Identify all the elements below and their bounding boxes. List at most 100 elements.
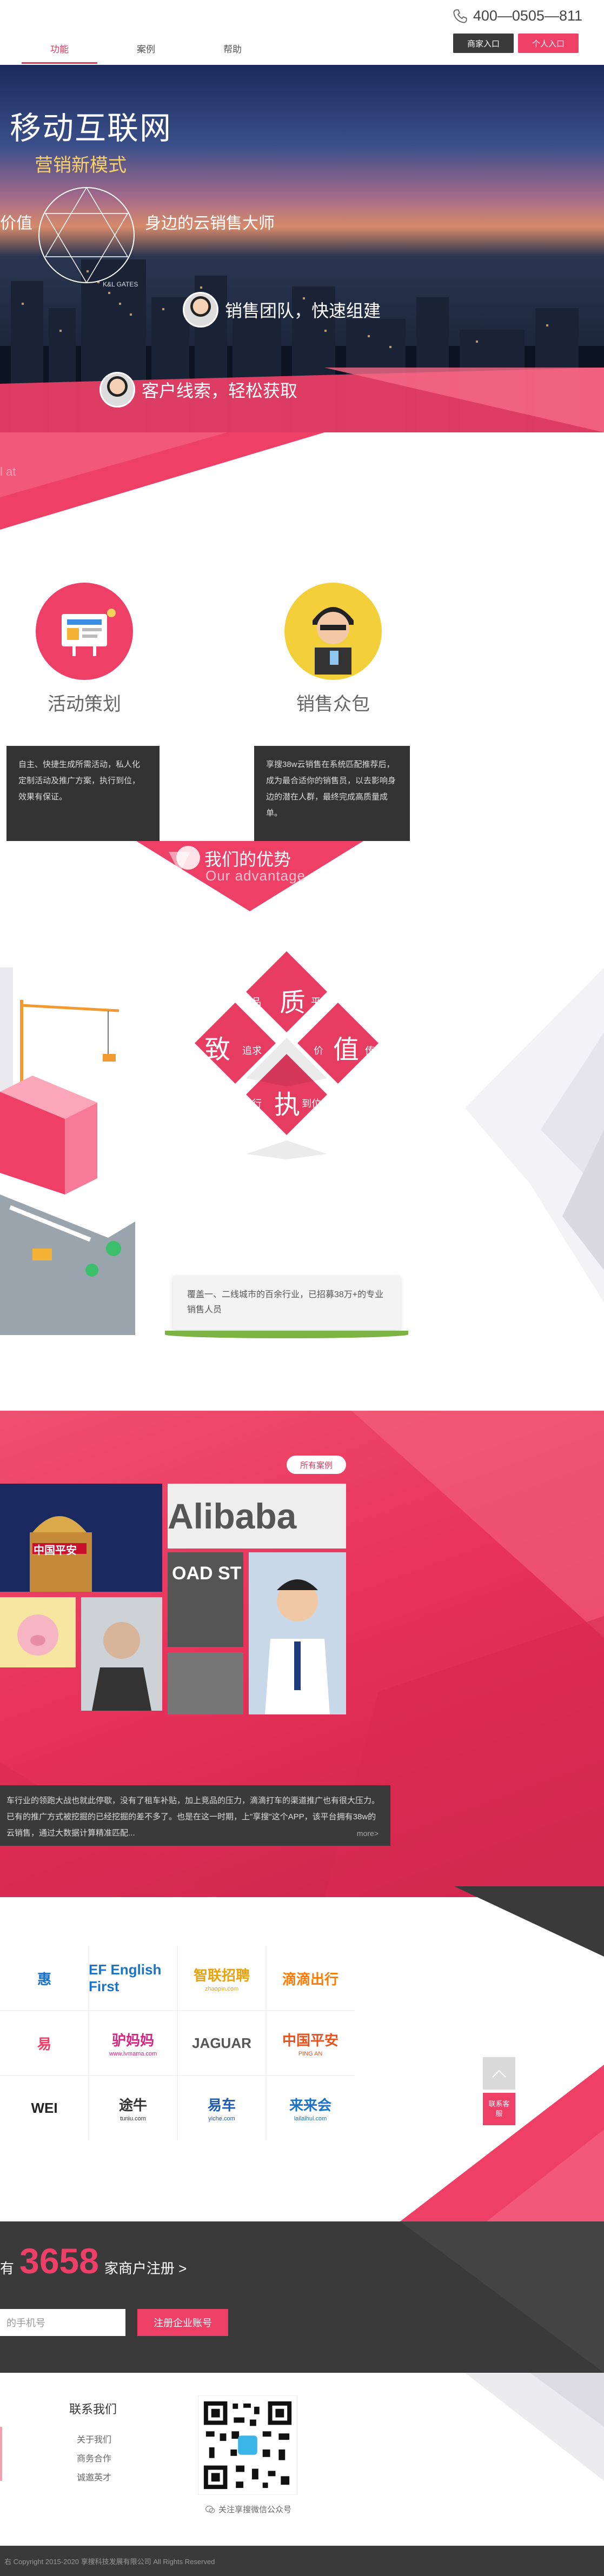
advantage-value-main: 值 — [333, 1036, 360, 1064]
phone-number-input[interactable]: 的手机号 — [0, 2309, 125, 2336]
advantage-quality-right: 平台 — [311, 997, 330, 1007]
phone-number: 400—0505—811 — [473, 8, 582, 24]
case-tile-wall-street[interactable] — [168, 1652, 243, 1714]
pingan-tile-text: 中国平安 — [34, 1545, 77, 1557]
hotline: 400—0505—811 — [453, 8, 582, 24]
footer-link-about[interactable]: 关于我们 — [77, 2432, 111, 2445]
advantage-extreme-main: 致 — [204, 1036, 231, 1064]
partner-logo[interactable]: JAGUAR — [177, 2014, 266, 2072]
partner-logo[interactable]: EF English First — [89, 1949, 177, 2007]
all-cases-button[interactable]: 所有案例 — [287, 1456, 346, 1474]
advantage-icon — [176, 846, 200, 870]
hero-title: 移动互联网 — [10, 111, 172, 146]
register-bg-shape — [400, 2221, 604, 2373]
activity-board-icon — [62, 609, 116, 656]
case-tile-pingan[interactable]: 中国平安 — [0, 1484, 162, 1592]
personal-entry-button[interactable]: 个人入口 — [518, 34, 579, 53]
register-stats: 有 3658 家商户注册 > — [0, 2240, 187, 2281]
case-tile-portrait[interactable] — [81, 1597, 162, 1711]
case-tile-street[interactable]: OAD ST — [168, 1552, 243, 1647]
pink-wedge-divider — [0, 432, 324, 530]
nav-tab-features[interactable]: 功能 — [16, 32, 103, 64]
partner-logo[interactable]: 驴妈妈 www.lvmama.com — [89, 2014, 177, 2072]
register-band: 有 3658 家商户注册 > 的手机号 注册企业账号 — [0, 2221, 604, 2373]
register-suffix[interactable]: 家商户注册 > — [104, 2258, 187, 2278]
hero-fragment-text: l at — [0, 465, 16, 478]
coverage-card-base — [165, 1331, 408, 1338]
pingan-building-image — [0, 1484, 162, 1592]
partner-logo[interactable]: WEI — [0, 2079, 89, 2137]
merchant-entry-button[interactable]: 商家入口 — [453, 34, 514, 53]
businessman-image — [265, 1579, 330, 1714]
hero-badge-leads-text: 客户线索，轻松获取 — [142, 381, 298, 401]
partner-logo[interactable]: 来来会 lailaihui.com — [266, 2079, 355, 2137]
service-crowd-label: 销售众包 — [296, 694, 370, 715]
service-activity-badge — [36, 583, 133, 680]
avatar — [183, 292, 218, 328]
partner-logo-sub: tuniu.com — [120, 2115, 146, 2122]
partner-logo[interactable]: 中国平安 PING AN — [266, 2014, 355, 2072]
partner-logo-name: EF English First — [89, 1961, 162, 1994]
partner-logo[interactable]: 易 — [0, 2014, 89, 2072]
top-bar: 400—0505—811 功能 案例 帮助 商家入口 个人入口 — [0, 0, 604, 65]
case-tile-businessman[interactable] — [249, 1552, 346, 1714]
nav-tab-cases[interactable]: 案例 — [103, 32, 189, 64]
street-tile-text: OAD ST — [172, 1563, 242, 1584]
coverage-card: 覆盖一、二线城市的百余行业，已招募38万+的专业销售人员 — [173, 1276, 400, 1330]
low-poly-decoration — [465, 967, 604, 1303]
partner-logo-name: 易 — [37, 2036, 51, 2052]
contact-service-button[interactable]: 联系客服 — [483, 2093, 515, 2125]
nav-tab-help[interactable]: 帮助 — [189, 32, 276, 64]
partner-logo[interactable]: 滴滴出行 — [266, 1949, 355, 2007]
partner-logo[interactable]: 易车 yiche.com — [177, 2079, 266, 2137]
advantage-subtitle: Our advantage — [205, 867, 306, 884]
register-count: 3658 — [19, 2241, 99, 2281]
case-tile-pig[interactable] — [0, 1597, 76, 1667]
case-tile-alibaba[interactable]: Alibaba — [168, 1484, 346, 1549]
partner-logo-name: 驴妈妈 — [111, 2032, 154, 2048]
advantage-execute-left: 行 — [252, 1098, 262, 1109]
qr-caption: 关注享搜微信公众号 — [205, 2504, 291, 2515]
hero-banner: K&L GATES 移动互联网 营销新模式 价值 身边的云销售大师 销售团队，快… — [0, 65, 604, 432]
footer-link-careers[interactable]: 诚邀英才 — [77, 2470, 111, 2483]
more-link[interactable]: more> — [357, 1825, 379, 1841]
partner-logo-sub: PING AN — [298, 2050, 323, 2057]
footer-link-business[interactable]: 商务合作 — [77, 2451, 111, 2464]
partner-logo-name: 滴滴出行 — [282, 1971, 338, 1987]
advantage-execute-main: 执 — [274, 1091, 301, 1119]
partner-logo-name: JAGUAR — [192, 2034, 251, 2051]
hero-badge-leads: 客户线索，轻松获取 — [99, 372, 297, 408]
partner-logo[interactable]: 途牛 tuniu.com — [89, 2079, 177, 2137]
wechat-qr-code — [198, 2395, 297, 2495]
partner-logo-name: 惠 — [37, 1971, 51, 1987]
advantage-value-left: 价 — [314, 1045, 323, 1056]
partner-logo-sub: www.lvmama.com — [109, 2050, 157, 2057]
partner-logo[interactable]: 惠 — [0, 1949, 89, 2007]
partner-logo-name: 易车 — [207, 2097, 236, 2113]
network-ring-icon — [38, 186, 135, 284]
contact-us-title: 联系我们 — [69, 2403, 117, 2416]
wechat-icon — [205, 2505, 215, 2513]
partner-logo-sub: yiche.com — [208, 2115, 235, 2122]
hero-pink-shape — [0, 368, 604, 432]
salesman-avatar-icon — [313, 607, 354, 675]
register-enterprise-button[interactable]: 注册企业账号 — [137, 2309, 228, 2336]
copyright-bar: 右 Copyright 2015-2020 享搜科技发展有限公司 All Rig… — [0, 2546, 604, 2576]
partner-logo[interactable]: 智联招聘 zhaopin.com — [177, 1949, 266, 2007]
service-crowd-badge — [284, 583, 382, 680]
partner-logo-sub: lailaihui.com — [294, 2115, 327, 2122]
footer-decoration — [465, 2373, 604, 2481]
main-nav: 功能 案例 帮助 — [16, 32, 276, 64]
hero-badge-team-text: 销售团队，快速组建 — [225, 301, 381, 321]
advantage-quality-left: 品 — [251, 997, 261, 1007]
qr-caption-text: 关注享搜微信公众号 — [218, 2505, 292, 2514]
phone-icon — [453, 9, 467, 23]
back-to-top-button[interactable] — [483, 2057, 515, 2090]
footer-accent-dots — [0, 2427, 2, 2481]
partner-logo-name: 途牛 — [118, 2097, 147, 2113]
advantage-execute-right: 到位 — [302, 1098, 321, 1109]
pig-mascot-icon — [17, 1614, 58, 1656]
hero-tagline-left: 价值 — [0, 215, 32, 232]
alibaba-tile-text: Alibaba — [168, 1496, 297, 1536]
advantage-value-right: 传播 — [365, 1045, 384, 1056]
